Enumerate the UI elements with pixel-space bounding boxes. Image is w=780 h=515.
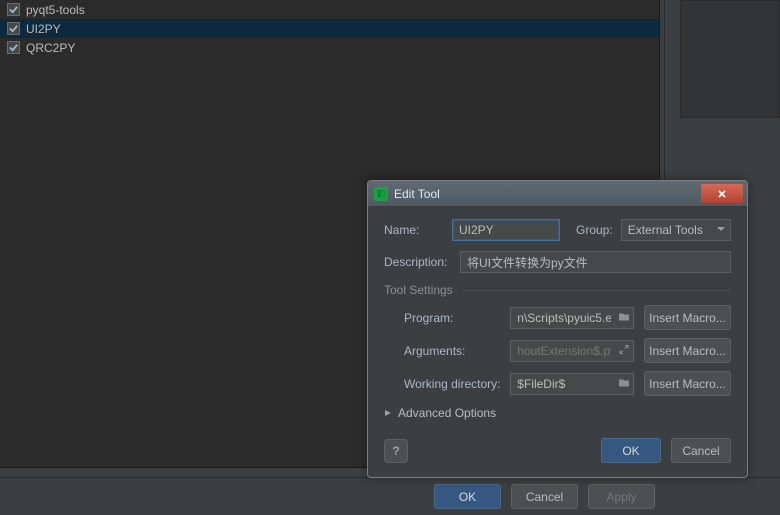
tool-list-label: pyqt5-tools: [26, 3, 85, 17]
dialog-title: Edit Tool: [394, 187, 440, 201]
app-icon: ◧: [374, 187, 388, 201]
group-value: External Tools: [628, 223, 703, 237]
divider: [463, 290, 731, 291]
description-input[interactable]: [460, 251, 731, 273]
group-combo[interactable]: External Tools: [621, 219, 731, 241]
advanced-options-toggle[interactable]: Advanced Options: [384, 406, 731, 420]
checkbox-icon[interactable]: [7, 22, 20, 35]
close-icon[interactable]: [701, 184, 743, 203]
program-label: Program:: [404, 311, 510, 325]
edit-tool-dialog: ◧ Edit Tool Name: Group: External Tools …: [367, 180, 748, 478]
working-dir-label: Working directory:: [404, 377, 510, 391]
insert-macro-program-button[interactable]: Insert Macro...: [644, 305, 731, 330]
tool-list-label: QRC2PY: [26, 41, 75, 55]
folder-icon[interactable]: [618, 376, 630, 391]
folder-icon[interactable]: [618, 310, 630, 325]
advanced-options-label: Advanced Options: [398, 406, 496, 420]
tool-settings-heading: Tool Settings: [384, 283, 453, 297]
name-label: Name:: [384, 223, 444, 237]
tool-list-item-qrc2py[interactable]: QRC2PY: [0, 38, 659, 57]
tool-list-label: UI2PY: [26, 22, 61, 36]
preview-panel: [680, 0, 780, 118]
dialog-ok-button[interactable]: OK: [601, 438, 661, 463]
program-input[interactable]: [510, 307, 634, 329]
chevron-down-icon: [716, 223, 726, 237]
expand-icon[interactable]: [618, 343, 630, 358]
insert-macro-working-dir-button[interactable]: Insert Macro...: [644, 371, 731, 396]
working-dir-input[interactable]: [510, 373, 634, 395]
checkbox-icon[interactable]: [7, 41, 20, 54]
help-button[interactable]: ?: [384, 439, 408, 463]
name-input[interactable]: [452, 219, 560, 241]
dialog-cancel-button[interactable]: Cancel: [671, 438, 731, 463]
ok-button[interactable]: OK: [434, 484, 501, 509]
arguments-label: Arguments:: [404, 344, 510, 358]
tool-list-item-pyqt5[interactable]: pyqt5-tools: [0, 0, 659, 19]
group-label: Group:: [576, 223, 613, 237]
checkbox-icon[interactable]: [7, 3, 20, 16]
tool-list-item-ui2py[interactable]: UI2PY: [0, 19, 659, 38]
insert-macro-arguments-button[interactable]: Insert Macro...: [644, 338, 731, 363]
cancel-button[interactable]: Cancel: [511, 484, 578, 509]
arguments-input[interactable]: [510, 340, 634, 362]
apply-button: Apply: [588, 484, 655, 509]
description-label: Description:: [384, 255, 452, 269]
